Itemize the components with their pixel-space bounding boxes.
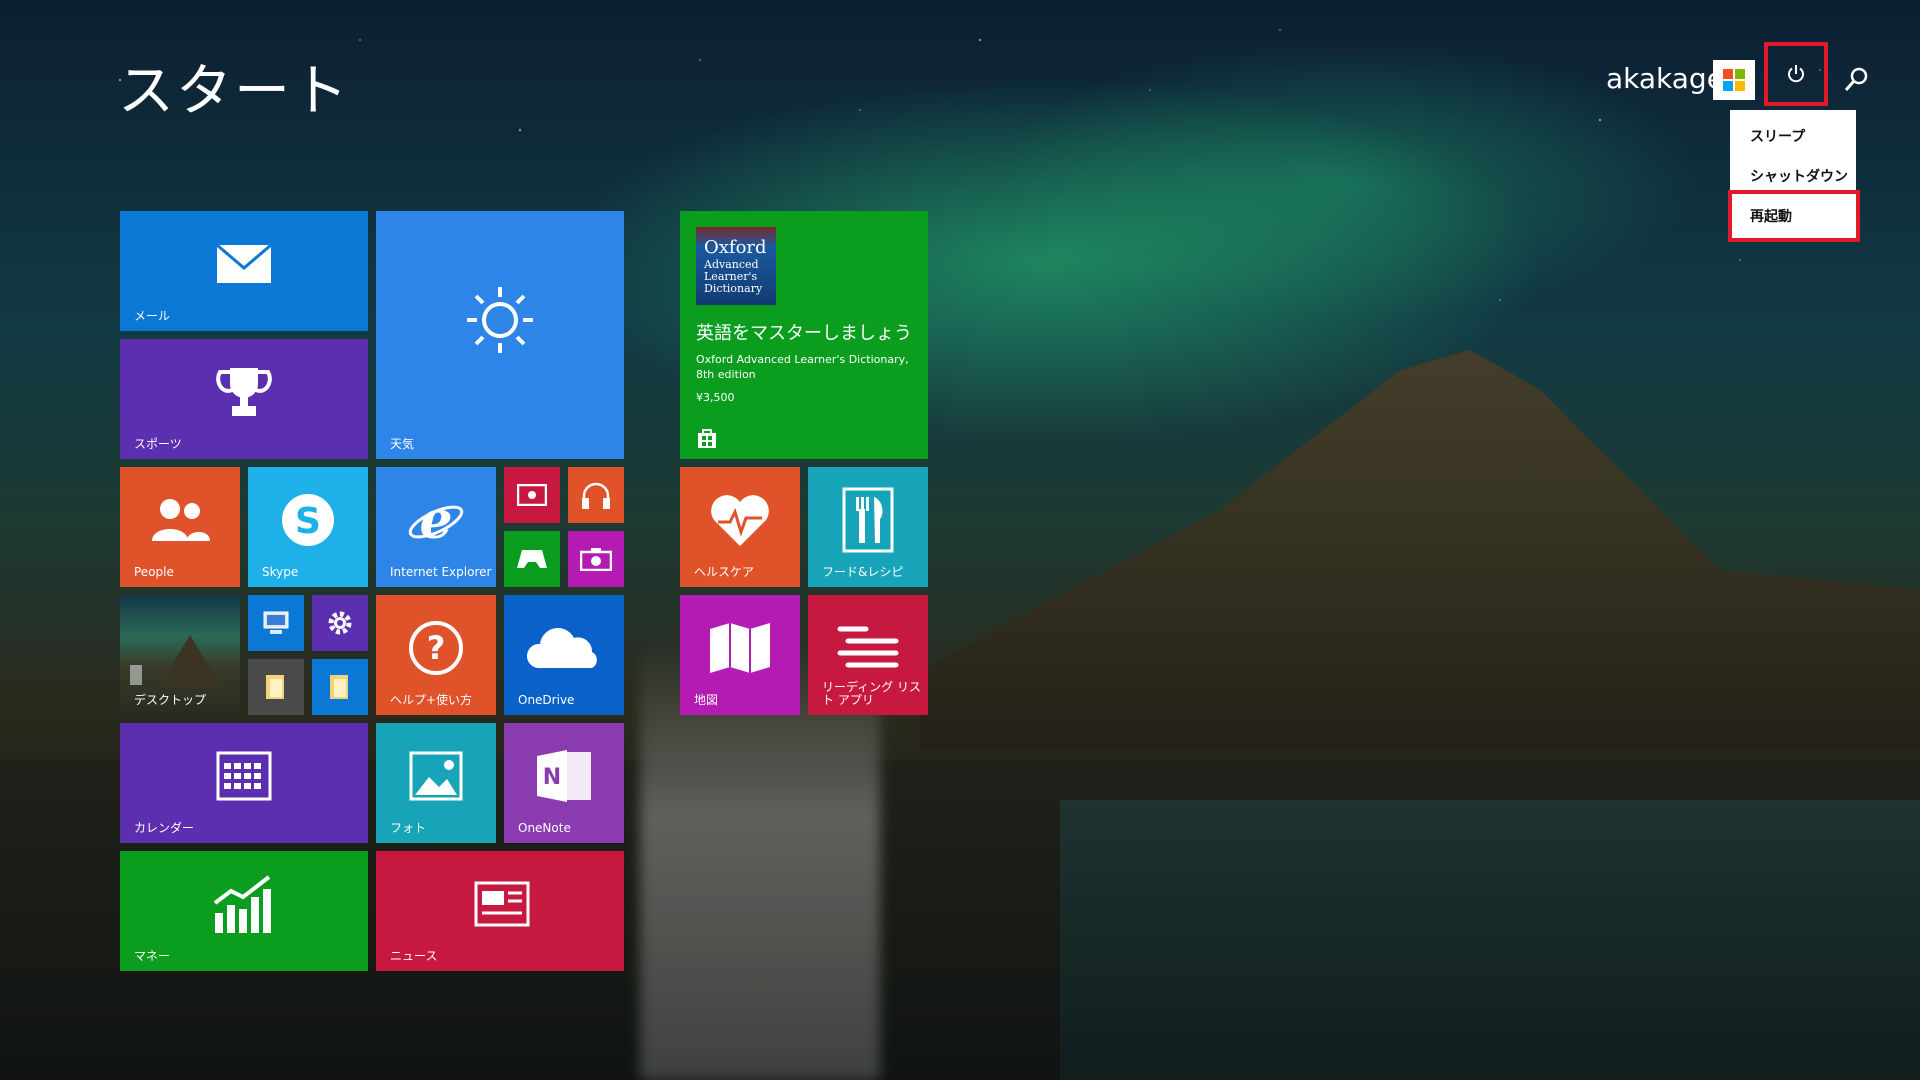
tile-label: Internet Explorer bbox=[390, 565, 492, 579]
tile-label: リーディング リスト アプリ bbox=[822, 680, 921, 707]
tile-label: People bbox=[134, 565, 174, 579]
headphones-icon bbox=[582, 482, 610, 509]
tile-pc-settings[interactable] bbox=[312, 595, 368, 651]
tile-games[interactable] bbox=[504, 531, 560, 587]
calendar-icon bbox=[216, 751, 272, 801]
tile-photos[interactable]: フォト bbox=[376, 723, 496, 843]
people-icon bbox=[152, 498, 210, 541]
menu-item-restart-label: 再起動 bbox=[1750, 209, 1792, 225]
photo-icon bbox=[409, 751, 463, 801]
tile-food[interactable]: フード&レシピ bbox=[808, 467, 928, 587]
trophy-icon bbox=[216, 367, 272, 416]
tile-music[interactable] bbox=[568, 467, 624, 523]
tile-skype[interactable]: S Skype bbox=[248, 467, 368, 587]
store-price: ¥3,500 bbox=[696, 391, 735, 404]
tile-calendar[interactable]: カレンダー bbox=[120, 723, 368, 843]
chart-up-icon bbox=[213, 875, 271, 933]
tile-label: カレンダー bbox=[134, 821, 195, 835]
search-icon bbox=[1844, 67, 1868, 91]
book-cover: Oxford Advanced Learner's Dictionary bbox=[696, 227, 776, 305]
tile-onenote[interactable]: N OneNote bbox=[504, 723, 624, 843]
gamepad-icon bbox=[517, 550, 547, 568]
tile-video[interactable] bbox=[504, 467, 560, 523]
menu-item-restart[interactable]: 再起動 bbox=[1728, 190, 1860, 242]
tile-weather[interactable]: 天気 bbox=[376, 211, 624, 459]
tile-label: フォト bbox=[390, 821, 427, 835]
store-desc-line2: 8th edition bbox=[696, 368, 756, 381]
store-headline: 英語をマスターしましょう bbox=[696, 323, 912, 344]
video-icon bbox=[517, 484, 547, 506]
windows-logo-icon bbox=[1723, 69, 1745, 91]
reading-list-icon bbox=[837, 626, 899, 668]
power-button[interactable] bbox=[1764, 42, 1828, 106]
user-name[interactable]: akakage bbox=[1606, 62, 1724, 95]
cloud-icon bbox=[526, 627, 597, 668]
tile-onedrive[interactable]: OneDrive bbox=[504, 595, 624, 715]
background-pond bbox=[1060, 800, 1920, 1080]
tile-mail[interactable]: メール bbox=[120, 211, 368, 331]
tile-label: デスクトップ bbox=[134, 693, 207, 707]
tile-camera[interactable] bbox=[568, 531, 624, 587]
page-title: スタート bbox=[118, 59, 350, 124]
svg-text:N: N bbox=[543, 765, 561, 790]
folder-icon bbox=[266, 675, 284, 699]
power-icon bbox=[1788, 65, 1804, 83]
tile-money[interactable]: マネー bbox=[120, 851, 368, 971]
svg-text:?: ? bbox=[427, 629, 446, 667]
tile-label: スポーツ bbox=[134, 437, 182, 451]
mail-icon bbox=[216, 243, 272, 283]
computer-icon bbox=[263, 611, 289, 634]
tile-label: Skype bbox=[262, 565, 299, 579]
tile-label: 地図 bbox=[694, 693, 719, 707]
menu-item-shutdown[interactable]: シャットダウン bbox=[1750, 166, 1848, 186]
fork-knife-icon bbox=[842, 487, 894, 553]
tile-people[interactable]: People bbox=[120, 467, 240, 587]
svg-text:S: S bbox=[295, 501, 321, 542]
folder-icon bbox=[330, 675, 348, 699]
tile-label: ヘルプ+使い方 bbox=[390, 693, 473, 707]
tile-label: フード&レシピ bbox=[822, 565, 904, 579]
book-subtitle: Advanced Learner's Dictionary bbox=[704, 258, 763, 295]
tile-this-pc[interactable] bbox=[248, 595, 304, 651]
tile-maps[interactable]: 地図 bbox=[680, 595, 800, 715]
skype-icon: S bbox=[282, 493, 334, 546]
tile-file-explorer-1[interactable] bbox=[248, 659, 304, 715]
tile-desktop[interactable]: デスクトップ bbox=[120, 595, 240, 715]
tile-health[interactable]: ヘルスケア bbox=[680, 467, 800, 587]
tile-news[interactable]: ニュース bbox=[376, 851, 624, 971]
sun-icon bbox=[467, 287, 533, 354]
tile-label: OneDrive bbox=[518, 693, 575, 707]
tile-internet-explorer[interactable]: e Internet Explorer bbox=[376, 467, 496, 587]
tile-help[interactable]: ? ヘルプ+使い方 bbox=[376, 595, 496, 715]
tile-label: ヘルスケア bbox=[694, 565, 755, 579]
tile-label: 天気 bbox=[390, 437, 415, 451]
map-icon bbox=[710, 622, 770, 673]
internet-explorer-icon: e bbox=[408, 490, 464, 550]
svg-text:e: e bbox=[419, 490, 452, 550]
tile-sports[interactable]: スポーツ bbox=[120, 339, 368, 459]
search-button[interactable] bbox=[1840, 64, 1872, 96]
onenote-icon: N bbox=[537, 749, 591, 802]
tile-store-promo[interactable]: Oxford Advanced Learner's Dictionary 英語を… bbox=[680, 211, 928, 459]
book-title: Oxford bbox=[704, 237, 767, 258]
gear-icon bbox=[328, 611, 352, 635]
newspaper-icon bbox=[474, 881, 530, 927]
tile-label: メール bbox=[134, 309, 171, 323]
menu-item-sleep[interactable]: スリープ bbox=[1750, 126, 1805, 146]
tile-label: ニュース bbox=[390, 949, 438, 963]
desktop-thumbnail-icon bbox=[130, 635, 220, 685]
avatar[interactable] bbox=[1713, 60, 1755, 100]
tile-label: マネー bbox=[134, 949, 171, 963]
tile-label: OneNote bbox=[518, 821, 571, 835]
heart-icon bbox=[711, 494, 769, 546]
store-desc-line1: Oxford Advanced Learner's Dictionary, bbox=[696, 353, 909, 366]
tile-reading-list[interactable]: リーディング リスト アプリ bbox=[808, 595, 928, 715]
camera-icon bbox=[580, 548, 612, 571]
store-bag-icon bbox=[698, 429, 716, 448]
question-icon: ? bbox=[409, 620, 463, 675]
tile-file-explorer-2[interactable] bbox=[312, 659, 368, 715]
